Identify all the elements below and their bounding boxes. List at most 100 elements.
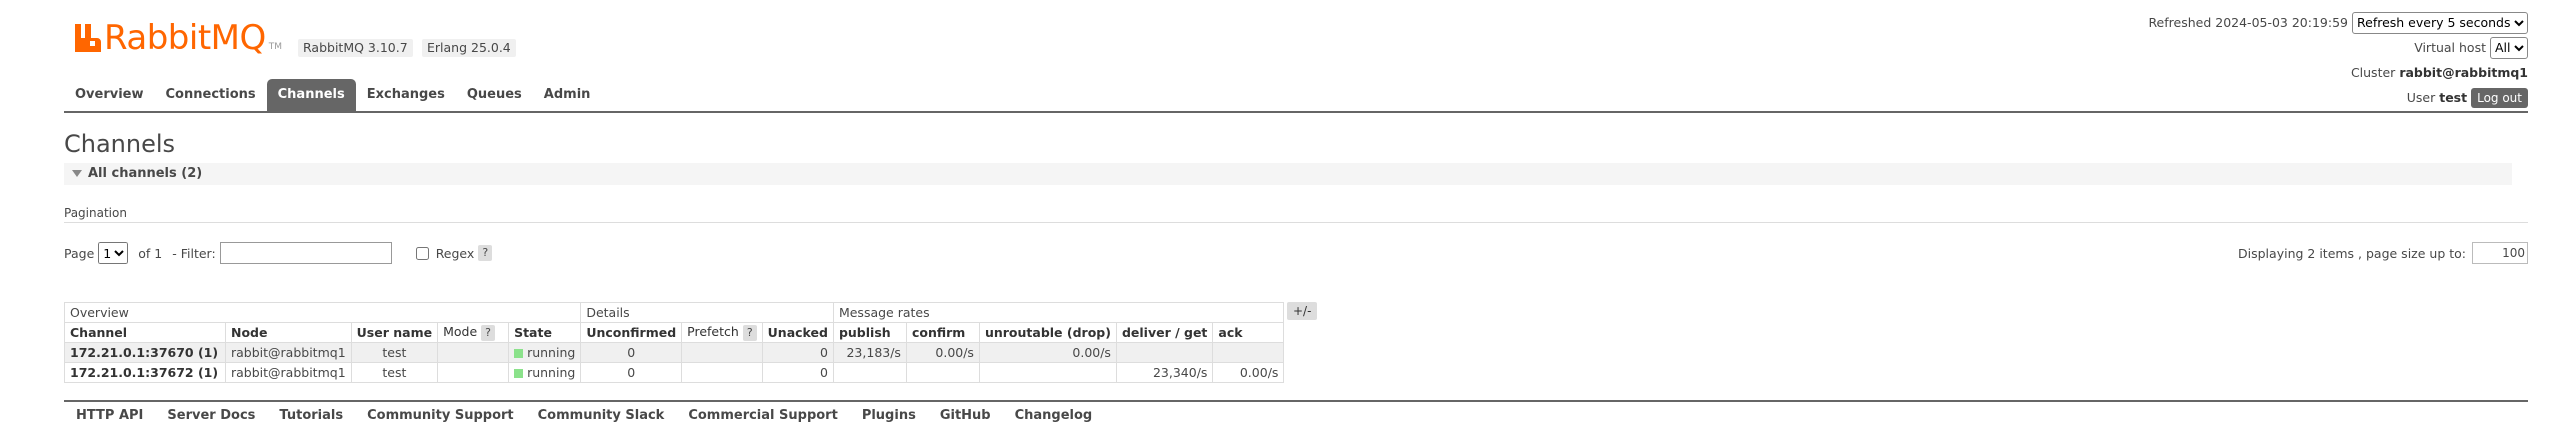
cell-prefetch [681, 342, 763, 363]
section-title: All channels (2) [88, 166, 203, 181]
footer-link-github[interactable]: GitHub [928, 408, 1003, 423]
cell-unroutable: 0.00/s [978, 342, 1117, 363]
col-deliver-get[interactable]: deliver / get [1115, 322, 1214, 343]
page-select[interactable]: 1 [98, 242, 129, 264]
rabbitmq-version: RabbitMQ 3.10.7 [298, 39, 413, 57]
all-channels-section-toggle[interactable]: All channels (2) [64, 163, 2512, 185]
tabs-divider [64, 111, 2528, 113]
rabbitmq-logo[interactable]: RabbitMQ TM [73, 18, 282, 58]
cell-publish: 23,183/s [832, 342, 907, 363]
group-overview: Overview [63, 302, 582, 323]
channel-link[interactable]: 172.21.0.1:37672 (1) [64, 362, 226, 383]
logo-trademark: TM [268, 42, 283, 52]
col-user-name[interactable]: User name [350, 322, 439, 343]
filter-label: - Filter: [172, 245, 216, 261]
page-label: Page [64, 245, 95, 261]
display-count-text: Displaying 2 items , page size up to: [2238, 245, 2466, 261]
footer-link-commercial-support[interactable]: Commercial Support [676, 408, 850, 423]
tab-admin[interactable]: Admin [533, 79, 602, 111]
col-prefetch[interactable]: Prefetch ? [681, 322, 763, 343]
pagination-label: Pagination [64, 206, 127, 220]
cell-unacked: 0 [761, 362, 834, 383]
footer-divider [64, 400, 2528, 402]
col-publish[interactable]: publish [832, 322, 907, 343]
cell-unconfirmed: 0 [580, 342, 683, 363]
rabbit-logo-icon [75, 24, 101, 52]
channels-table: Overview Details Message rates Channel N… [63, 302, 1285, 383]
logo-text: RabbitMQ [104, 18, 266, 58]
columns-toggle-button[interactable]: +/- [1287, 302, 1318, 320]
footer-link-plugins[interactable]: Plugins [850, 408, 928, 423]
pagination-controls: Page 1 of 1 - Filter: Regex ? [64, 242, 493, 264]
footer-link-server-docs[interactable]: Server Docs [155, 408, 267, 423]
filter-input[interactable] [219, 242, 392, 264]
table-row: 172.21.0.1:37670 (1) rabbit@rabbitmq1 te… [64, 342, 1285, 363]
cell-unroutable [978, 362, 1117, 383]
cluster-name: rabbit@rabbitmq1 [2399, 65, 2528, 80]
footer-link-changelog[interactable]: Changelog [1003, 408, 1105, 423]
footer-links: HTTP API Server Docs Tutorials Community… [64, 408, 1104, 423]
tab-overview[interactable]: Overview [64, 79, 155, 111]
tab-exchanges[interactable]: Exchanges [356, 79, 456, 111]
refreshed-timestamp: Refreshed 2024-05-03 20:19:59 [2148, 15, 2348, 30]
cell-deliver [1115, 342, 1214, 363]
cell-ack [1212, 342, 1285, 363]
footer-link-community-support[interactable]: Community Support [355, 408, 526, 423]
state-running-icon [514, 349, 524, 358]
regex-label: Regex [435, 245, 475, 261]
pagination-divider [64, 222, 2528, 223]
col-ack[interactable]: ack [1212, 322, 1285, 343]
page-title: Channels [64, 130, 176, 158]
col-unacked[interactable]: Unacked [761, 322, 834, 343]
vhost-select[interactable]: All [2490, 36, 2528, 59]
group-details: Details [580, 302, 834, 323]
cell-deliver: 23,340/s [1115, 362, 1214, 383]
cell-unacked: 0 [761, 342, 834, 363]
logout-button[interactable]: Log out [2471, 87, 2528, 108]
user-label: User [2406, 90, 2436, 105]
cell-mode [437, 342, 510, 363]
col-state[interactable]: State [508, 322, 582, 343]
page-size-input[interactable] [2472, 242, 2528, 264]
regex-checkbox[interactable] [415, 246, 429, 260]
col-unconfirmed[interactable]: Unconfirmed [580, 322, 683, 343]
mode-help-button[interactable]: ? [481, 325, 495, 341]
refresh-interval-select[interactable]: Refresh every 5 seconds [2352, 11, 2528, 34]
prefetch-help-button[interactable]: ? [742, 325, 757, 341]
footer-link-community-slack[interactable]: Community Slack [526, 408, 677, 423]
col-mode[interactable]: Mode ? [437, 322, 510, 343]
header-status: Refreshed 2024-05-03 20:19:59 Refresh ev… [2148, 10, 2528, 110]
cell-confirm: 0.00/s [905, 342, 980, 363]
group-message-rates: Message rates [832, 302, 1285, 323]
cell-confirm [905, 362, 980, 383]
col-confirm[interactable]: confirm [905, 322, 980, 343]
footer-link-tutorials[interactable]: Tutorials [267, 408, 355, 423]
cell-state: running [508, 342, 582, 363]
cell-mode [437, 362, 510, 383]
state-running-icon [514, 369, 524, 378]
col-unroutable[interactable]: unroutable (drop) [978, 322, 1117, 343]
cell-node: rabbit@rabbitmq1 [225, 342, 352, 363]
cell-publish [832, 362, 907, 383]
tab-queues[interactable]: Queues [456, 79, 533, 111]
footer-link-http-api[interactable]: HTTP API [64, 408, 155, 423]
collapse-triangle-icon [72, 170, 82, 177]
cell-ack: 0.00/s [1212, 362, 1285, 383]
tab-channels[interactable]: Channels [266, 79, 356, 111]
cell-prefetch [681, 362, 763, 383]
erlang-version: Erlang 25.0.4 [422, 39, 516, 57]
user-name: test [2439, 90, 2468, 105]
cluster-label: Cluster [2350, 65, 2396, 80]
regex-help-button[interactable]: ? [478, 245, 493, 261]
tab-connections[interactable]: Connections [155, 79, 267, 111]
cell-user: test [350, 362, 439, 383]
main-nav-tabs: Overview Connections Channels Exchanges … [64, 79, 601, 111]
col-channel[interactable]: Channel [64, 322, 226, 343]
display-info: Displaying 2 items , page size up to: [2238, 242, 2528, 264]
col-node[interactable]: Node [225, 322, 352, 343]
cell-user: test [350, 342, 439, 363]
channel-link[interactable]: 172.21.0.1:37670 (1) [64, 342, 226, 363]
vhost-label: Virtual host [2414, 40, 2486, 55]
cell-node: rabbit@rabbitmq1 [225, 362, 352, 383]
cell-unconfirmed: 0 [580, 362, 683, 383]
